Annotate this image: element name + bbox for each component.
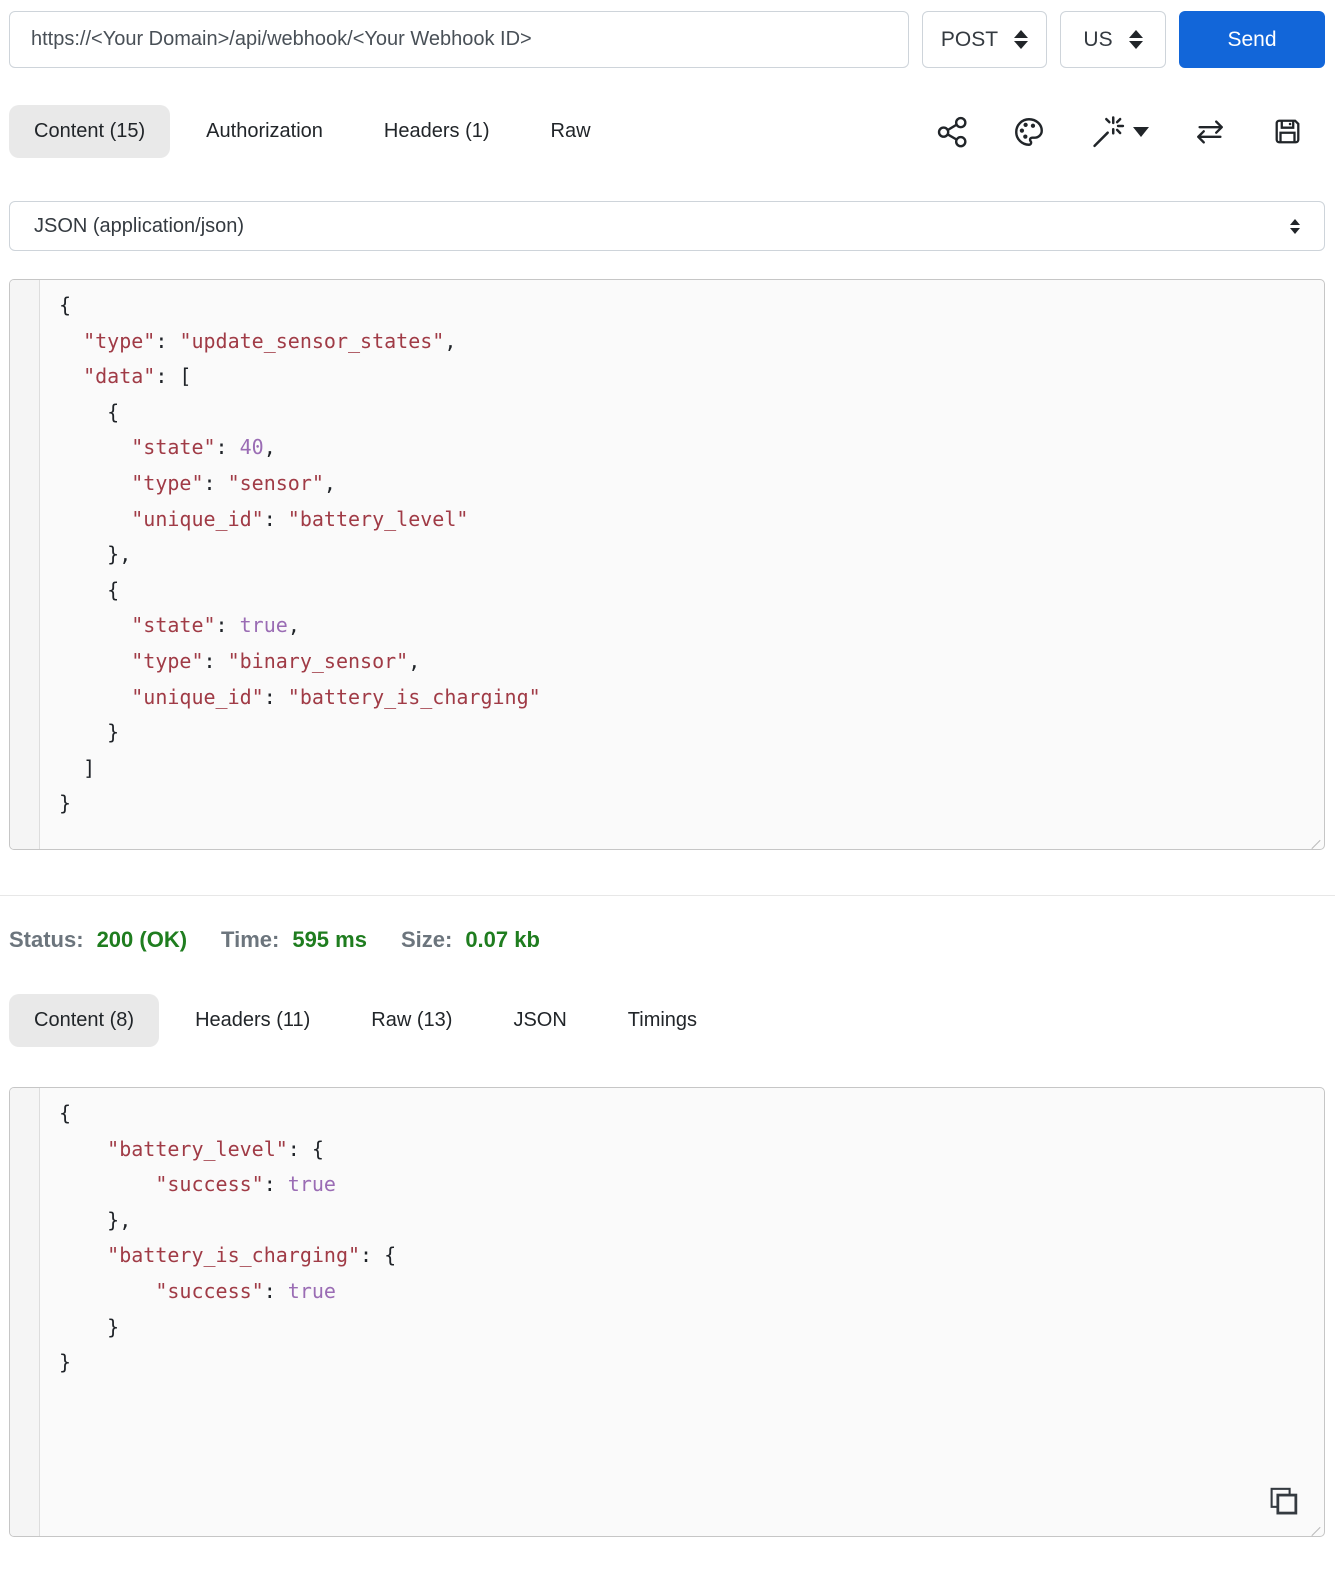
response-tabs: Content (8) Headers (11) Raw (13) JSON Timin…	[9, 994, 733, 1047]
updown-caret-icon	[1014, 30, 1029, 49]
method-select[interactable]: POST	[922, 11, 1047, 68]
size-value: 0.07 kb	[465, 927, 540, 952]
url-input[interactable]	[9, 11, 909, 68]
code-line: {	[59, 577, 120, 602]
request-body-code: { "type": "update_sensor_states", "data"…	[40, 280, 1324, 849]
request-bar: POST US Send	[9, 11, 1325, 68]
code-line: "battery_level": {	[107, 1136, 324, 1161]
code-line: "state": 40,	[131, 435, 276, 460]
tab-response-timings[interactable]: Timings	[603, 994, 722, 1047]
updown-caret-icon	[1290, 218, 1300, 234]
theme-button[interactable]	[1012, 115, 1046, 149]
magic-wand-menu-button[interactable]	[1089, 114, 1149, 150]
code-line: "unique_id": "battery_is_charging"	[131, 684, 541, 709]
time-value: 595 ms	[292, 927, 367, 952]
share-button[interactable]	[936, 115, 969, 148]
time-label: Time:	[221, 927, 280, 952]
code-line: }	[59, 791, 72, 816]
section-divider	[0, 895, 1335, 896]
code-line: "type": "sensor",	[131, 470, 336, 495]
request-tab-row: Content (15) Authorization Headers (1) Raw	[9, 105, 1325, 158]
viewer-gutter	[10, 1088, 40, 1536]
code-line: "type": "update_sensor_states",	[83, 328, 457, 353]
tab-request-content[interactable]: Content (15)	[9, 105, 171, 158]
resize-grip[interactable]	[1310, 835, 1322, 847]
time-group: Time: 595 ms	[221, 927, 367, 953]
tab-response-content[interactable]: Content (8)	[9, 994, 160, 1047]
save-icon	[1275, 119, 1300, 144]
response-status-row: Status: 200 (OK) Time: 595 ms Size: 0.07…	[9, 927, 1325, 953]
tab-request-headers[interactable]: Headers (1)	[359, 105, 515, 158]
copy-response-button[interactable]	[1264, 1484, 1300, 1523]
code-line: "success": true	[155, 1172, 336, 1197]
code-line: ]	[59, 755, 96, 780]
code-line: "type": "binary_sensor",	[131, 648, 421, 673]
region-select[interactable]: US	[1060, 11, 1166, 68]
code-line: },	[59, 542, 132, 567]
response-tab-row: Content (8) Headers (11) Raw (13) JSON Timin…	[9, 994, 1325, 1047]
content-type-select[interactable]: JSON (application/json)	[9, 201, 1325, 251]
tab-response-raw[interactable]: Raw (13)	[346, 994, 477, 1047]
code-line: }	[59, 1314, 120, 1339]
send-button[interactable]: Send	[1179, 11, 1325, 68]
code-line: "battery_is_charging": {	[107, 1243, 397, 1268]
swap-button[interactable]	[1192, 114, 1228, 150]
size-label: Size:	[400, 927, 453, 952]
swap-arrows-icon	[1197, 119, 1223, 144]
tab-request-raw[interactable]: Raw	[526, 105, 616, 158]
resize-grip[interactable]	[1310, 1522, 1322, 1534]
request-body-editor[interactable]: { "type": "update_sensor_states", "data"…	[9, 279, 1325, 850]
code-line: "unique_id": "battery_level"	[131, 506, 469, 531]
magic-wand-icon	[1093, 115, 1125, 147]
save-button[interactable]	[1271, 115, 1304, 148]
status-group: Status: 200 (OK)	[9, 927, 187, 953]
status-value: 200 (OK)	[96, 927, 188, 952]
code-line: }	[59, 720, 120, 745]
content-type-value: JSON (application/json)	[34, 214, 245, 237]
region-select-value: US	[1083, 27, 1113, 51]
code-line: {	[59, 1101, 72, 1125]
code-line: {	[59, 399, 120, 424]
method-select-value: POST	[940, 27, 999, 51]
updown-caret-icon	[1128, 30, 1143, 49]
tab-request-authorization[interactable]: Authorization	[181, 105, 348, 158]
chevron-down-icon	[1133, 126, 1149, 137]
status-label: Status:	[9, 927, 84, 952]
share-icon	[937, 116, 967, 148]
code-line: "data": [	[83, 364, 192, 389]
code-line: },	[59, 1207, 132, 1232]
tab-response-headers[interactable]: Headers (11)	[170, 994, 335, 1047]
size-group: Size: 0.07 kb	[401, 927, 540, 953]
request-tabs: Content (15) Authorization Headers (1) Raw	[9, 105, 627, 158]
editor-gutter	[10, 280, 40, 849]
code-line: }	[59, 1350, 72, 1375]
code-line: "success": true	[155, 1278, 336, 1303]
tab-response-json[interactable]: JSON	[488, 994, 591, 1047]
request-toolbar	[936, 114, 1325, 150]
response-body-viewer: { "battery_level": { "success": true }, …	[9, 1087, 1325, 1537]
code-line: {	[59, 293, 72, 317]
response-body-code: { "battery_level": { "success": true }, …	[40, 1088, 1324, 1536]
palette-icon	[1015, 117, 1043, 146]
api-tester-page: POST US Send Content (15)AuthorizationHe…	[0, 0, 1335, 1545]
code-line: "state": true,	[131, 613, 300, 638]
copy-icon	[1270, 1487, 1298, 1515]
